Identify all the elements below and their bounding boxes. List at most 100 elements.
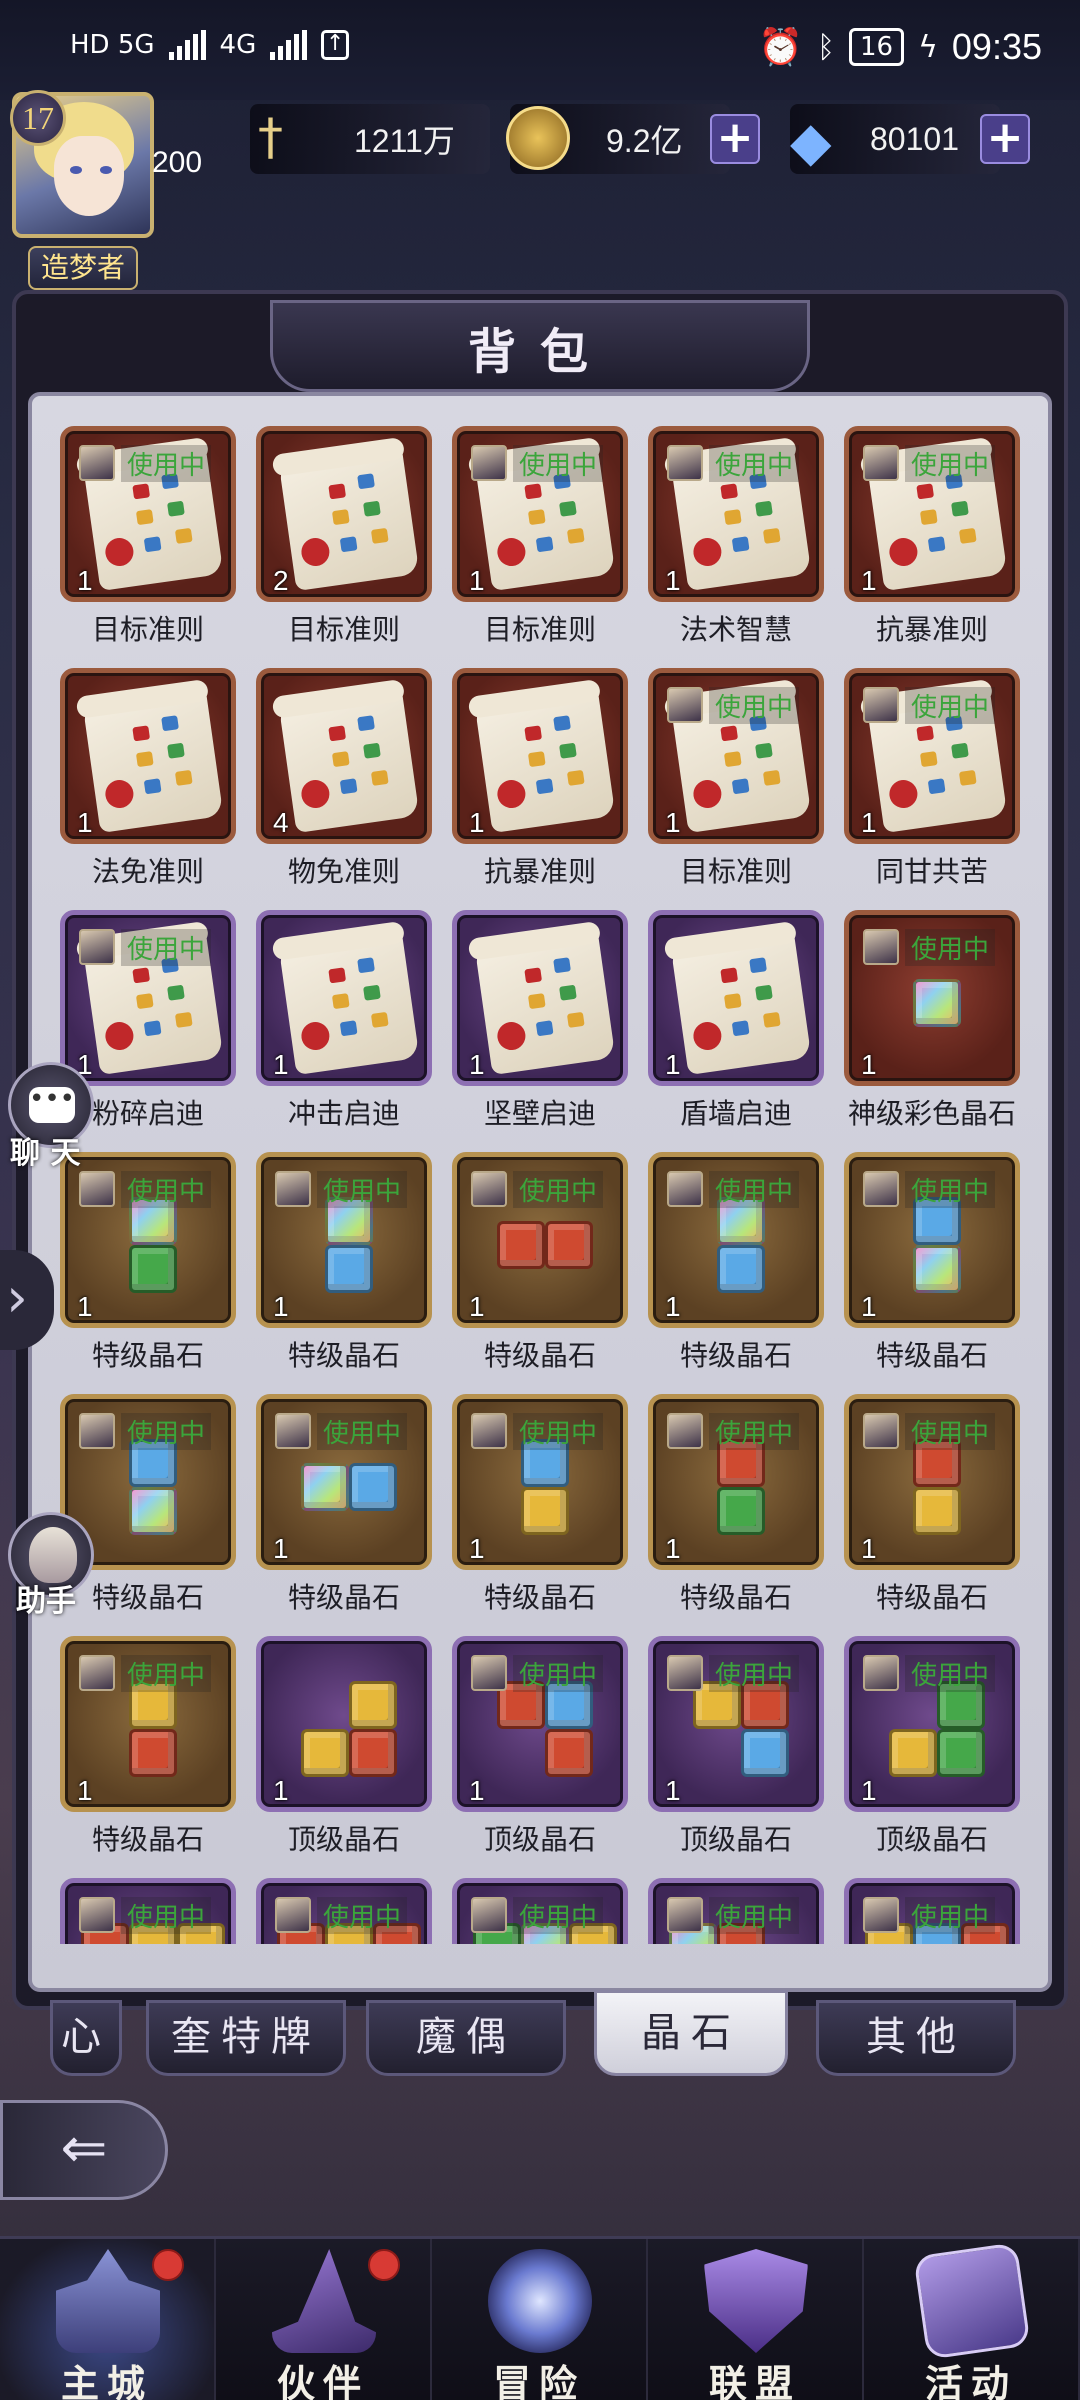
back-button[interactable]: ⇐ <box>0 2100 168 2200</box>
inventory-item[interactable]: 使用中 1 顶级晶石 <box>648 1636 824 1856</box>
hero-portrait-icon <box>863 929 899 965</box>
player-level-value: 200 <box>152 146 203 179</box>
inventory-item[interactable]: 使用中 1 特级晶石 <box>256 1394 432 1614</box>
bluetooth-icon: ᛒ <box>817 29 836 65</box>
inventory-item[interactable]: 使用中 1 顶级晶石 <box>452 1636 628 1856</box>
inventory-item[interactable]: 使用中 1 目标准则 <box>648 668 824 888</box>
nav-main-city[interactable]: 主城 <box>0 2239 216 2400</box>
in-use-label: 使用中 <box>513 1413 604 1450</box>
tab-cards[interactable]: 奎特牌 <box>146 2000 346 2076</box>
nav-alliance[interactable]: 联盟 <box>648 2239 864 2400</box>
inventory-item[interactable]: 1 抗暴准则 <box>452 668 628 888</box>
item-card: 使用中 1 <box>844 1152 1020 1328</box>
inventory-item[interactable]: 使用中 1 神级彩色晶石 <box>844 910 1020 1130</box>
inventory-item[interactable]: 1 法免准则 <box>60 668 236 888</box>
item-card: 使用中 <box>452 1878 628 1944</box>
inventory-item[interactable]: 使用中 1 目标准则 <box>452 426 628 646</box>
in-use-label: 使用中 <box>905 1413 996 1450</box>
item-card: 1 <box>648 910 824 1086</box>
hero-portrait-icon <box>863 1655 899 1691</box>
item-name: 法术智慧 <box>679 613 792 646</box>
inventory-item[interactable]: 4 物免准则 <box>256 668 432 888</box>
inventory-item[interactable]: 使用中 1 特级晶石 <box>256 1152 432 1372</box>
nav-partners[interactable]: 伙伴 <box>216 2239 432 2400</box>
nav-events[interactable]: 活动 <box>864 2239 1080 2400</box>
inventory-item[interactable]: 使用中 1 特级晶石 <box>60 1636 236 1856</box>
item-name: 特级晶石 <box>679 1581 792 1614</box>
in-use-label: 使用中 <box>121 1171 212 1208</box>
item-card: 使用中 <box>648 1878 824 1944</box>
inventory-item[interactable]: 使用中 1 粉碎启迪 <box>60 910 236 1130</box>
inventory-item[interactable]: 使用中 1 目标准则 <box>60 426 236 646</box>
shield-icon <box>704 2249 808 2353</box>
item-count: 1 <box>665 1049 681 1080</box>
nav-adventure[interactable]: 冒险 <box>432 2239 648 2400</box>
inventory-item[interactable]: 使用中 1 特级晶石 <box>648 1152 824 1372</box>
inventory-item[interactable]: 1 顶级晶石 <box>256 1636 432 1856</box>
hero-portrait-icon <box>275 1171 311 1207</box>
item-name: 抗暴准则 <box>875 613 988 646</box>
inventory-item[interactable]: 1 冲击启迪 <box>256 910 432 1130</box>
item-card: 使用中 1 <box>256 1152 432 1328</box>
inventory-item[interactable]: 1 盾墙启迪 <box>648 910 824 1130</box>
inventory-item[interactable]: 使用中 <box>60 1878 236 1944</box>
hero-portrait-icon <box>667 1413 703 1449</box>
item-card: 使用中 <box>256 1878 432 1944</box>
scroll-icon <box>278 687 420 833</box>
inventory-item[interactable]: 使用中 1 特级晶石 <box>844 1152 1020 1372</box>
inventory-item[interactable]: 使用中 1 特级晶石 <box>452 1394 628 1614</box>
nav-label: 伙伴 <box>276 2361 369 2400</box>
signal-icon-2 <box>270 30 308 60</box>
gold-coin-icon <box>506 106 570 170</box>
battery-indicator: 16 <box>849 28 905 66</box>
inventory-item[interactable]: 使用中 1 特级晶石 <box>60 1152 236 1372</box>
item-card: 使用中 1 <box>256 1394 432 1570</box>
tab-gems[interactable]: 晶石 <box>594 1990 788 2076</box>
item-card: 使用中 1 <box>648 668 824 844</box>
network-indicator-2: 4G <box>219 30 257 60</box>
hero-portrait-icon <box>667 1171 703 1207</box>
in-use-label: 使用中 <box>121 1655 212 1692</box>
inventory-item[interactable]: 2 目标准则 <box>256 426 432 646</box>
hero-portrait-icon <box>471 1655 507 1691</box>
item-name: 顶级晶石 <box>875 1823 988 1856</box>
item-name: 特级晶石 <box>91 1581 204 1614</box>
scroll-icon <box>278 445 420 591</box>
item-card: 4 <box>256 668 432 844</box>
item-count: 1 <box>469 1049 485 1080</box>
diamond-value: 80101 <box>870 120 959 157</box>
in-use-label: 使用中 <box>513 445 604 482</box>
item-count: 1 <box>273 1775 289 1806</box>
hero-portrait-icon <box>863 1897 899 1933</box>
scroll-icon <box>474 929 616 1075</box>
inventory-item[interactable]: 使用中 <box>452 1878 628 1944</box>
tab-puppets[interactable]: 魔偶 <box>366 2000 566 2076</box>
item-card: 使用中 1 <box>844 1636 1020 1812</box>
inventory-item[interactable]: 使用中 1 顶级晶石 <box>844 1636 1020 1856</box>
inventory-item[interactable]: 使用中 1 同甘共苦 <box>844 668 1020 888</box>
diamond-icon: ◆ <box>790 110 832 173</box>
inventory-item[interactable]: 使用中 1 抗暴准则 <box>844 426 1020 646</box>
add-gold-button[interactable]: + <box>710 114 760 164</box>
item-count: 1 <box>273 1049 289 1080</box>
inventory-item[interactable]: 使用中 1 特级晶石 <box>844 1394 1020 1614</box>
inventory-item[interactable]: 使用中 1 特级晶石 <box>648 1394 824 1614</box>
add-diamond-button[interactable]: + <box>980 114 1030 164</box>
inventory-item[interactable]: 使用中 <box>648 1878 824 1944</box>
in-use-label: 使用中 <box>905 929 996 966</box>
gold-value: 9.2亿 <box>606 123 683 159</box>
tab-other[interactable]: 其他 <box>816 2000 1016 2076</box>
inventory-item[interactable]: 使用中 1 法术智慧 <box>648 426 824 646</box>
nav-label: 主城 <box>60 2361 153 2400</box>
inventory-item[interactable]: 使用中 <box>256 1878 432 1944</box>
in-use-label: 使用中 <box>709 1897 800 1934</box>
in-use-label: 使用中 <box>121 929 212 966</box>
nav-label: 活动 <box>924 2361 1017 2400</box>
inventory-item[interactable]: 1 坚壁启迪 <box>452 910 628 1130</box>
item-count: 1 <box>861 1049 877 1080</box>
tab-heart[interactable]: 心 <box>50 2000 122 2076</box>
item-count: 1 <box>861 1291 877 1322</box>
hero-portrait-icon <box>667 1655 703 1691</box>
inventory-item[interactable]: 使用中 1 特级晶石 <box>452 1152 628 1372</box>
inventory-item[interactable]: 使用中 <box>844 1878 1020 1944</box>
